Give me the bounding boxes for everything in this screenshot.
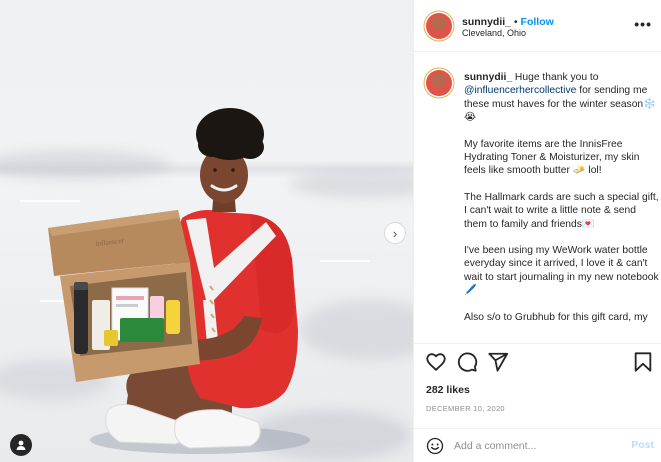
post-image[interactable]: influencer ›	[0, 0, 413, 462]
chevron-right-icon: ›	[392, 225, 398, 241]
girl-with-box-illustration: influencer	[48, 108, 310, 454]
caption-text: sunnydii_ Huge thank you to @influencerh…	[464, 71, 660, 337]
carousel-next-button[interactable]: ›	[384, 222, 406, 244]
caption-avatar[interactable]	[426, 70, 452, 96]
likes-count[interactable]: 282 likes	[426, 384, 470, 396]
caption-paragraph: The Hallmark cards are such a special gi…	[464, 191, 659, 230]
caption-paragraph: I've been using my WeWork water bottle e…	[464, 245, 659, 297]
tagged-users-button[interactable]	[10, 434, 32, 456]
post-date[interactable]: December 10, 2020	[426, 404, 505, 413]
more-icon: •••	[634, 16, 652, 32]
caption-username[interactable]: sunnydii_	[464, 72, 512, 83]
post-location[interactable]: Cleveland, Ohio	[462, 28, 526, 38]
caption-scroll-area[interactable]: sunnydii_ Huge thank you to @influencerh…	[414, 53, 661, 343]
comment-icon[interactable]	[456, 351, 478, 373]
caption-text-segment: Huge thank you to	[512, 72, 599, 83]
user-icon	[16, 440, 26, 450]
paper-plane-icon[interactable]	[487, 351, 509, 373]
post-details-panel: sunnydii_ • Follow Cleveland, Ohio ••• sun…	[413, 0, 661, 462]
separator-dot: •	[514, 17, 518, 28]
post-author-username[interactable]: sunnydii_	[462, 16, 511, 28]
smiley-icon[interactable]	[426, 437, 444, 455]
mention-link[interactable]: @influencerhercollective	[464, 85, 576, 96]
heart-icon[interactable]	[425, 351, 447, 373]
caption-paragraph: sunnydii_ Huge thank you to @influencerh…	[464, 71, 660, 125]
action-bar	[414, 343, 661, 377]
caption-paragraph: My favorite items are the InnisFree Hydr…	[464, 138, 640, 177]
caption-paragraph: Also s/o to Grubhub for this gift card, …	[464, 311, 648, 323]
follow-button[interactable]: Follow	[521, 16, 554, 28]
avatar[interactable]	[426, 13, 452, 39]
post-header: sunnydii_ • Follow Cleveland, Ohio •••	[414, 0, 661, 52]
bookmark-icon[interactable]	[632, 351, 654, 373]
more-options-button[interactable]: •••	[634, 16, 652, 32]
post-comment-button[interactable]: Post	[631, 439, 654, 451]
comment-bar: Post	[414, 428, 661, 462]
comment-input[interactable]	[454, 437, 624, 455]
